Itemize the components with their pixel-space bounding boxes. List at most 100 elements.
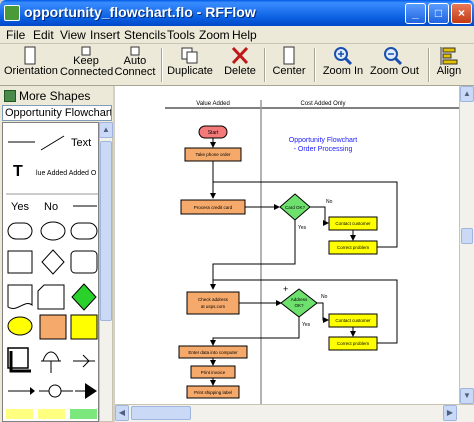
zoom-out-icon <box>384 47 403 66</box>
diagonal-line-shape[interactable] <box>40 135 65 151</box>
take-order-label: Take phone order <box>195 152 231 157</box>
print-label-label: Print shipping label <box>194 390 232 395</box>
flowchart-title[interactable]: Opportunity Flowchart <box>289 137 358 144</box>
zoom-in-label: Zoom In <box>322 65 364 77</box>
more-shapes-label: More Shapes <box>19 89 91 103</box>
no-label-1: No <box>326 199 333 205</box>
vertical-scroll-thumb[interactable] <box>461 228 473 244</box>
horizontal-scrollbar[interactable]: ◀ ▶ <box>115 404 474 422</box>
ellipse-shape[interactable] <box>40 221 66 241</box>
junction-circle <box>48 384 62 398</box>
yellow-ellipse-shape[interactable] <box>7 316 33 336</box>
address-ok-label-2: OK? <box>294 303 304 308</box>
vertical-scrollbar[interactable]: ▲ ▼ <box>459 86 474 404</box>
start-label: Start <box>208 130 219 136</box>
card-shape[interactable] <box>37 284 65 310</box>
center-label: Center <box>272 65 306 77</box>
more-shapes-button[interactable]: More Shapes <box>4 89 90 105</box>
text-tool-icon[interactable]: T <box>13 163 23 180</box>
flowchart-page[interactable]: Value Added Cost Added Only Opportunity … <box>115 86 459 404</box>
auto-connect-label-2: Connect <box>114 66 156 78</box>
crosshair-cursor: + <box>283 284 288 294</box>
rounded-rect-shape[interactable] <box>70 250 98 274</box>
window-title: opportunity_flowchart.flo - RFFlow <box>24 4 256 20</box>
menu-edit[interactable]: Edit <box>33 28 54 42</box>
connector <box>210 328 300 346</box>
menu-insert[interactable]: Insert <box>90 28 120 42</box>
menu-help[interactable]: Help <box>232 28 257 42</box>
shapes-icon <box>4 90 16 102</box>
enter-data-label: Enter data into computer <box>188 350 238 355</box>
yes-label-shape[interactable]: Yes <box>11 201 29 213</box>
address-ok-label-1: Address <box>291 297 308 302</box>
green-swatch[interactable] <box>70 409 97 419</box>
delete-label: Delete <box>224 65 256 77</box>
contact-customer-label-1: Contact customer <box>335 221 371 226</box>
app-icon <box>4 5 20 21</box>
contact-customer-label-2: Contact customer <box>335 318 371 323</box>
decision-shape[interactable] <box>41 249 65 275</box>
menu-zoom[interactable]: Zoom <box>199 28 230 42</box>
zoom-in-icon <box>334 47 353 66</box>
align-icon <box>440 47 458 65</box>
process-shape[interactable] <box>7 250 33 274</box>
menu-view[interactable]: View <box>60 28 86 42</box>
flowchart-subtitle[interactable]: - Order Processing <box>294 146 353 153</box>
align-label: Align <box>436 65 462 77</box>
menu-bar: File Edit View Insert Stencils Tools Zoo… <box>0 26 474 44</box>
palette-scrollbar[interactable]: ▲ <box>99 122 113 422</box>
auto-connect-button[interactable]: Auto Connect <box>114 46 156 84</box>
palette-scroll-thumb[interactable] <box>100 141 112 321</box>
orientation-label: Orientation <box>4 65 58 77</box>
stencil-dropdown[interactable]: Opportunity Flowchart (Co <box>2 105 112 121</box>
delete-icon <box>231 46 249 65</box>
rounded-pill-shape[interactable] <box>70 222 98 240</box>
arrow-connector-shape[interactable] <box>73 354 95 368</box>
yellow-process-shape[interactable] <box>70 314 98 340</box>
menu-tools[interactable]: Tools <box>167 28 195 42</box>
scroll-up-button[interactable]: ▲ <box>99 122 113 138</box>
maximize-button[interactable]: □ <box>428 3 449 24</box>
delete-button[interactable]: Delete <box>222 46 258 84</box>
terminator-shape[interactable] <box>7 222 33 240</box>
toolbar-separator <box>161 48 163 82</box>
close-button[interactable]: × <box>451 3 472 24</box>
title-bar: opportunity_flowchart.flo - RFFlow _ □ × <box>0 0 474 26</box>
minimize-button[interactable]: _ <box>405 3 426 24</box>
connector-hop-shape[interactable] <box>41 351 61 373</box>
check-address-box[interactable] <box>186 291 240 315</box>
center-button[interactable]: Center <box>270 46 308 84</box>
orientation-button[interactable]: Orientation <box>4 46 58 84</box>
zoom-out-label: Zoom Out <box>370 65 419 77</box>
value-added-label-shape[interactable]: lue Added Added O <box>36 170 97 177</box>
document-shape[interactable] <box>7 284 33 309</box>
scroll-left-button[interactable]: ◀ <box>115 405 129 421</box>
page-orientation-icon <box>24 46 36 65</box>
scroll-right-button[interactable]: ▶ <box>443 405 457 421</box>
duplicate-button[interactable]: Duplicate <box>166 46 214 84</box>
zoom-in-button[interactable]: Zoom In <box>320 46 366 84</box>
horizontal-scroll-thumb[interactable] <box>131 406 191 420</box>
yellow-swatch[interactable] <box>38 409 65 419</box>
text-shape[interactable]: Text <box>71 137 91 149</box>
print-invoice-label: Print invoice <box>201 370 226 375</box>
process-card-label: Process credit card <box>194 205 233 210</box>
menu-stencils[interactable]: Stencils <box>124 28 166 42</box>
align-button[interactable]: Align <box>434 46 464 84</box>
column-cost-added[interactable]: Cost Added Only <box>300 101 345 107</box>
menu-file[interactable]: File <box>6 28 25 42</box>
green-decision-shape[interactable] <box>71 283 97 311</box>
connector <box>310 206 329 226</box>
zoom-out-button[interactable]: Zoom Out <box>370 46 419 84</box>
check-address-label-2: at usps.com <box>201 304 226 309</box>
scroll-up-button[interactable]: ▲ <box>460 86 474 102</box>
yes-label-2: Yes <box>302 322 311 328</box>
column-value-added[interactable]: Value Added <box>196 101 230 107</box>
keep-connected-button[interactable]: Keep Connected <box>60 46 113 84</box>
center-icon <box>283 46 295 65</box>
toolbar-separator <box>314 48 316 82</box>
yellow-swatch[interactable] <box>6 409 33 419</box>
orange-process-shape[interactable] <box>39 314 67 340</box>
scroll-down-button[interactable]: ▼ <box>460 388 474 404</box>
no-label-shape[interactable]: No <box>44 201 58 213</box>
